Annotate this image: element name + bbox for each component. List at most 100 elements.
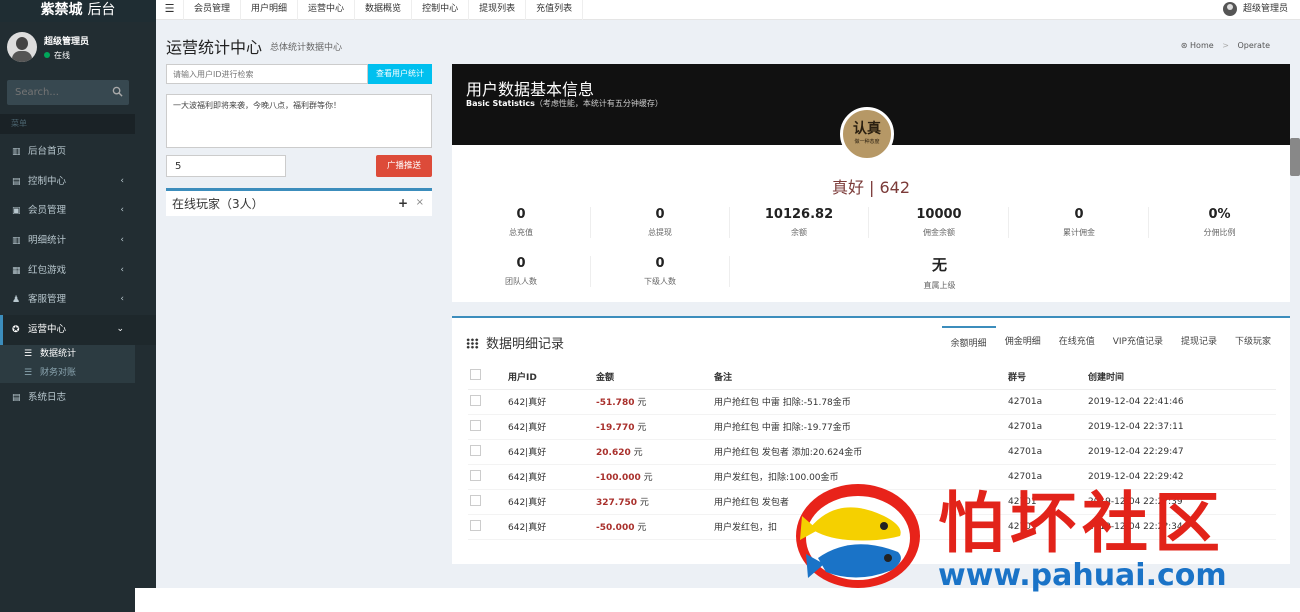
subitem-label: 财务对账 (40, 367, 77, 378)
row-checkbox[interactable] (470, 519, 481, 531)
sidebar-item-stats[interactable]: ▥ 明细统计 ‹ (0, 226, 156, 256)
uid-search-input[interactable] (166, 64, 368, 84)
user-status: 在线 (44, 50, 70, 61)
stat-label: 余额 (791, 228, 807, 237)
stat-value: 0 (655, 256, 665, 271)
sidebar-item-logs[interactable]: ▤ 系统日志 (0, 383, 156, 413)
sidebar-item-redpacket[interactable]: ▦ 红包游戏 ‹ (0, 256, 156, 286)
chevron-left-icon: ‹ (120, 175, 124, 186)
stat-value: 无 (931, 256, 947, 274)
cell-amount: -50.000 元 (596, 514, 714, 540)
search-icon[interactable] (112, 86, 123, 100)
sidebar-item-members[interactable]: ▣ 会员管理 ‹ (0, 196, 156, 226)
amount-unit: 元 (639, 498, 649, 508)
cell-note: 用户抢红包 发包者 添加:20.624金币 (714, 439, 1008, 465)
records-title-text: 数据明细记录 (486, 337, 565, 352)
stat-commission-balance: 10000 佣金余额 (870, 207, 1009, 238)
search-input[interactable] (7, 80, 102, 105)
topnav-members[interactable]: 会员管理 (184, 0, 242, 20)
breadcrumb-home[interactable]: Home (1190, 41, 1214, 50)
stat-total-commission: 0 累计佣金 (1010, 207, 1149, 238)
brand-name: 紫禁城 (40, 2, 83, 18)
topnav-operations[interactable]: 运营中心 (298, 0, 356, 20)
view-user-stats-button[interactable]: 查看用户统计 (368, 64, 432, 84)
cell-uid: 642|真好 (508, 464, 596, 490)
quantity-input[interactable] (166, 155, 286, 177)
brand-logo[interactable]: 紫禁城 后台 (0, 0, 156, 22)
table-header-row: 用户ID 金额 备注 群号 创建时间 (468, 364, 1276, 390)
topnav-withdrawals[interactable]: 提现列表 (469, 0, 527, 20)
sidebar: 超级管理员 在线 菜单 ▥ 后台首页 ▤ 控制中心 ‹ ▣ 会员管理 ‹ ▥ 明细统计 ‹ ▦… (0, 22, 156, 612)
cell-amount: -100.000 元 (596, 464, 714, 490)
sidebar-item-label: 系统日志 (28, 391, 67, 403)
row-checkbox[interactable] (470, 419, 481, 431)
scrollbar-handle[interactable] (1290, 138, 1300, 176)
topnav-recharges[interactable]: 充值列表 (526, 0, 584, 20)
sidebar-item-label: 后台首页 (28, 146, 67, 157)
hamburger-icon[interactable]: ☰ (156, 0, 184, 20)
row-checkbox[interactable] (470, 394, 481, 406)
stat-team-size: 0 团队人数 (452, 256, 591, 287)
select-all-cell (468, 364, 508, 390)
users-icon: ♟ (12, 295, 21, 306)
brand-suffix: 后台 (87, 2, 116, 18)
badge-sub-text: 做一种态度 (854, 139, 880, 145)
sidebar-item-home[interactable]: ▥ 后台首页 (0, 137, 156, 167)
info-sub-en: Basic Statistics (466, 99, 535, 108)
amount-unit: 元 (637, 523, 647, 533)
tab-commission-detail[interactable]: 佣金明细 (996, 326, 1050, 356)
stat-label: 佣金余额 (923, 228, 955, 237)
stat-value: 0 (516, 256, 526, 271)
broadcast-push-button[interactable]: 广播推送 (376, 155, 432, 177)
redpacket-icon: ▦ (12, 265, 21, 276)
dashboard-icon: ⊛ (1180, 41, 1188, 50)
select-all-checkbox[interactable] (470, 369, 481, 381)
topnav-overview[interactable]: 数据概览 (355, 0, 413, 20)
cell-uid: 642|真好 (508, 489, 596, 515)
sidebar-item-support[interactable]: ♟ 客服管理 ‹ (0, 285, 156, 315)
watermark-text: 怕坏社区 (938, 485, 1226, 562)
stat-value: 0 (1074, 207, 1084, 222)
menu-header: 菜单 (0, 114, 135, 134)
row-checkbox[interactable] (470, 469, 481, 481)
chevron-left-icon: ‹ (120, 235, 124, 246)
cell-time: 2019-12-04 22:29:47 (1088, 439, 1276, 465)
table-row: 642|真好 20.620 元 用户抢红包 发包者 添加:20.624金币 42… (468, 439, 1276, 465)
tab-online-recharge[interactable]: 在线充值 (1050, 326, 1104, 356)
page-subtitle: 总体统计数据中心 (270, 43, 343, 53)
row-select-cell (468, 439, 508, 465)
expand-icon[interactable]: + (398, 196, 408, 210)
sidebar-item-operations[interactable]: ✪ 运营中心 ⌄ (0, 315, 156, 345)
stat-label: 累计佣金 (1063, 228, 1095, 237)
sidebar-item-label: 红包游戏 (28, 264, 67, 276)
grid-icon (466, 338, 479, 349)
row-checkbox[interactable] (470, 444, 481, 456)
tab-withdraw-records[interactable]: 提现记录 (1172, 326, 1226, 356)
sidebar-subitem-finance[interactable]: ☰ 财务对账 (0, 364, 135, 383)
stat-balance: 10126.82 余额 (730, 207, 869, 238)
tab-vip-recharge[interactable]: VIP充值记录 (1104, 326, 1172, 356)
tab-balance-detail[interactable]: 余额明细 (941, 326, 996, 356)
tab-subordinate-players[interactable]: 下级玩家 (1226, 326, 1280, 356)
column-header: 金额 (596, 364, 714, 390)
cell-amount: 20.620 元 (596, 439, 714, 465)
broadcast-message-field[interactable]: 一大波福利即将来袭，今晚八点，福利群等你！ (166, 94, 432, 148)
stat-value: 0 (655, 207, 665, 222)
stat-commission-rate: 0% 分佣比例 (1150, 207, 1289, 238)
close-icon[interactable]: × (416, 197, 424, 208)
chevron-left-icon: ‹ (120, 264, 124, 275)
top-user-menu[interactable]: 超级管理员 (1222, 1, 1288, 17)
row-checkbox[interactable] (470, 494, 481, 506)
sidebar-item-label: 运营中心 (28, 324, 67, 336)
column-header: 群号 (1008, 364, 1088, 390)
topnav-control[interactable]: 控制中心 (412, 0, 470, 20)
sidebar-subitem-data-stats[interactable]: ☰ 数据统计 (0, 345, 135, 364)
row-select-cell (468, 414, 508, 440)
amount-unit: 元 (637, 423, 647, 433)
online-players-box: 在线玩家（3人） + × (166, 188, 432, 216)
medal-icon: ✪ (12, 325, 20, 336)
sidebar-item-control[interactable]: ▤ 控制中心 ‹ (0, 167, 156, 197)
sidebar-item-label: 会员管理 (28, 205, 67, 217)
stat-label: 总充值 (509, 228, 533, 237)
topnav-user-details[interactable]: 用户明细 (241, 0, 299, 20)
